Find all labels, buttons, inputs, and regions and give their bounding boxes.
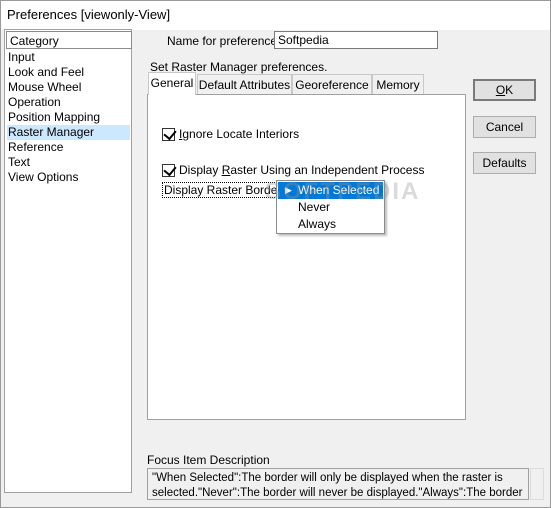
display-raster-label-pre: Display — [179, 163, 222, 177]
tab-georeference[interactable]: Georeference — [292, 74, 372, 95]
name-label: Name for preferences — [167, 34, 284, 48]
display-border-label: Display Raster Border: — [162, 182, 287, 198]
display-raster-label-post: aster Using an Independent Process — [230, 163, 425, 177]
description-scrollbar[interactable] — [530, 468, 544, 500]
border-dropdown-menu[interactable]: ▶ When Selected Never Always — [276, 180, 385, 234]
title-bar: Preferences [viewonly-View] — [0, 0, 551, 30]
ignore-locate-checkbox[interactable] — [162, 126, 177, 141]
category-item-raster-manager[interactable]: Raster Manager — [7, 125, 130, 140]
caret-right-icon: ▶ — [285, 185, 292, 195]
ok-button-accel: O — [495, 83, 506, 97]
ok-button-label: K — [505, 83, 514, 97]
category-header[interactable]: Category — [6, 31, 132, 49]
ignore-locate-label[interactable]: Ignore Locate Interiors — [179, 127, 299, 141]
dropdown-item-when-selected[interactable]: ▶ When Selected — [278, 182, 383, 199]
general-tab-page — [147, 94, 466, 420]
category-item-reference[interactable]: Reference — [7, 140, 130, 155]
tab-general[interactable]: General — [148, 72, 196, 95]
ok-button[interactable]: OK — [473, 79, 536, 101]
dropdown-item-when-selected-label: When Selected — [298, 183, 380, 197]
defaults-button[interactable]: Defaults — [473, 152, 536, 174]
focus-description-label: Focus Item Description — [147, 453, 270, 467]
category-item-input[interactable]: Input — [7, 50, 130, 65]
category-list[interactable]: Category Input Look and Feel Mouse Wheel… — [4, 29, 132, 493]
category-item-text[interactable]: Text — [7, 155, 130, 170]
name-input[interactable] — [274, 31, 438, 49]
category-item-position-mapping[interactable]: Position Mapping — [7, 110, 130, 125]
dropdown-item-never[interactable]: Never — [278, 199, 383, 216]
ignore-locate-label-text: gnore Locate Interiors — [182, 127, 300, 141]
category-item-mouse-wheel[interactable]: Mouse Wheel — [7, 80, 130, 95]
tab-memory[interactable]: Memory — [372, 74, 424, 95]
display-raster-label[interactable]: Display Raster Using an Independent Proc… — [179, 163, 424, 177]
display-raster-checkbox[interactable] — [162, 162, 177, 177]
tab-default-attributes[interactable]: Default Attributes — [197, 74, 292, 95]
dropdown-item-always[interactable]: Always — [278, 216, 383, 233]
category-item-view-options[interactable]: View Options — [7, 170, 130, 185]
check-icon — [163, 162, 177, 177]
category-item-look-and-feel[interactable]: Look and Feel — [7, 65, 130, 80]
window-title: Preferences [viewonly-View] — [7, 7, 171, 22]
category-item-operation[interactable]: Operation — [7, 95, 130, 110]
check-icon — [163, 126, 177, 141]
focus-description-text: "When Selected":The border will only be … — [147, 468, 529, 500]
cancel-button[interactable]: Cancel — [473, 116, 536, 138]
